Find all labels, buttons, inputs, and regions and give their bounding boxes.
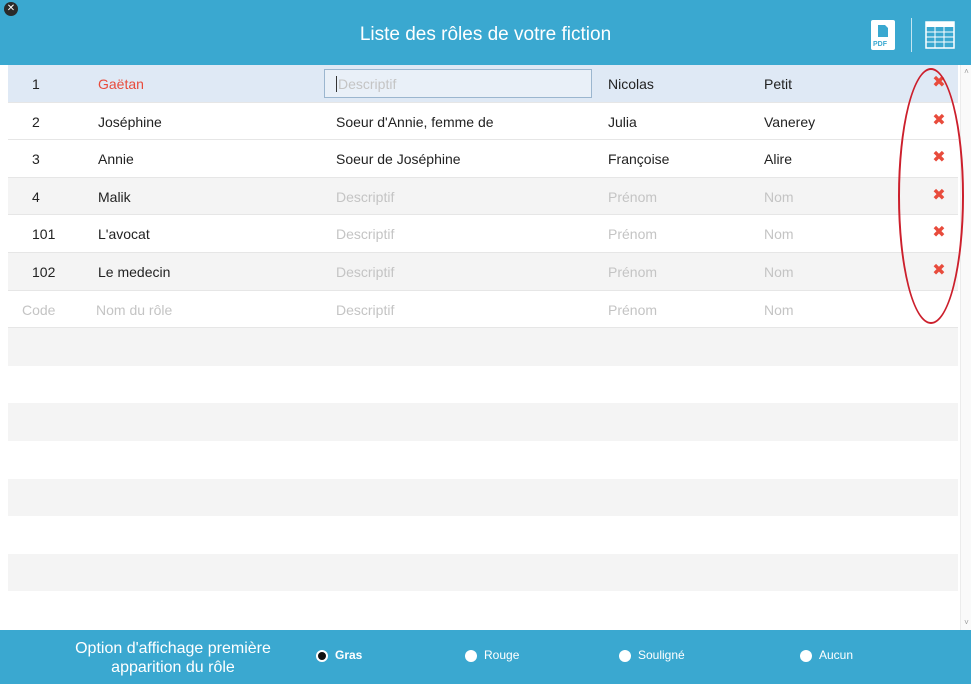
actor-first-name[interactable]: Françoise: [608, 151, 669, 167]
role-name[interactable]: Malik: [98, 189, 131, 205]
first-name-placeholder[interactable]: Prénom: [608, 264, 657, 280]
role-name[interactable]: Annie: [98, 151, 134, 167]
annotation-ellipse: [898, 68, 964, 324]
radio-checked-icon[interactable]: [316, 650, 328, 662]
radio-unchecked-icon[interactable]: [800, 650, 812, 662]
scroll-up-icon[interactable]: ˄: [962, 67, 971, 77]
description-input[interactable]: Descriptif: [324, 69, 592, 98]
radio-unchecked-icon[interactable]: [465, 650, 477, 662]
empty-row: [8, 328, 958, 366]
new-role-row[interactable]: Code Nom du rôle Descriptif Prénom Nom: [8, 291, 958, 329]
first-name-placeholder[interactable]: Prénom: [608, 189, 657, 205]
table-row[interactable]: 2 Joséphine Soeur d'Annie, femme de Juli…: [8, 103, 958, 141]
table-row[interactable]: 3 Annie Soeur de Joséphine Françoise Ali…: [8, 140, 958, 178]
radio-label: Aucun: [819, 648, 854, 662]
role-name[interactable]: Le medecin: [98, 264, 170, 280]
role-code[interactable]: 101: [32, 226, 55, 242]
footer-bar: Option d'affichage première apparition d…: [0, 630, 971, 684]
roles-table: 1 Gaëtan Descriptif Nicolas Petit ✖ 2 Jo…: [8, 65, 958, 629]
description-placeholder[interactable]: Descriptif: [336, 189, 394, 205]
scroll-down-icon[interactable]: ˅: [962, 618, 971, 628]
role-code[interactable]: 3: [32, 151, 40, 167]
empty-row: [8, 553, 958, 592]
close-icon[interactable]: ✕: [4, 2, 18, 16]
role-code[interactable]: 102: [32, 264, 55, 280]
table-view-icon[interactable]: [925, 21, 955, 49]
role-code[interactable]: 4: [32, 189, 40, 205]
actor-first-name[interactable]: Nicolas: [608, 76, 654, 92]
description-placeholder[interactable]: Descriptif: [336, 226, 394, 242]
page-title: Liste des rôles de votre fiction: [359, 24, 612, 45]
last-name-placeholder[interactable]: Nom: [764, 302, 794, 318]
empty-row: [8, 516, 958, 554]
empty-row: [8, 441, 958, 479]
description-placeholder[interactable]: Descriptif: [336, 302, 394, 318]
actor-last-name[interactable]: Vanerey: [764, 114, 815, 130]
header-divider: [911, 18, 912, 52]
role-name[interactable]: Joséphine: [98, 114, 162, 130]
last-name-placeholder[interactable]: Nom: [764, 189, 794, 205]
role-name-placeholder[interactable]: Nom du rôle: [96, 302, 172, 318]
empty-row: [8, 478, 958, 517]
radio-unchecked-icon[interactable]: [619, 650, 631, 662]
radio-label: Rouge: [484, 648, 520, 662]
last-name-placeholder[interactable]: Nom: [764, 226, 794, 242]
code-placeholder[interactable]: Code: [22, 302, 55, 318]
display-option-label-line1: Option d'affichage première: [75, 640, 271, 657]
role-code[interactable]: 1: [32, 76, 40, 92]
description-placeholder: Descriptif: [338, 76, 397, 92]
first-name-placeholder[interactable]: Prénom: [608, 226, 657, 242]
description-placeholder[interactable]: Descriptif: [336, 264, 394, 280]
display-option-label-line2: apparition du rôle: [111, 659, 235, 676]
table-row[interactable]: 101 L'avocat Descriptif Prénom Nom ✖: [8, 215, 958, 253]
radio-label: Souligné: [638, 648, 685, 662]
table-row[interactable]: 102 Le medecin Descriptif Prénom Nom ✖: [8, 252, 958, 291]
actor-first-name[interactable]: Julia: [608, 114, 637, 130]
role-description[interactable]: Soeur de Joséphine: [336, 151, 461, 167]
document-icon: [878, 25, 888, 37]
empty-row: [8, 403, 958, 441]
header-bar: ✕ Liste des rôles de votre fiction PDF: [0, 0, 971, 65]
table-row[interactable]: 1 Gaëtan Descriptif Nicolas Petit ✖: [8, 65, 958, 103]
role-description[interactable]: Soeur d'Annie, femme de: [336, 114, 494, 130]
last-name-placeholder[interactable]: Nom: [764, 264, 794, 280]
actor-last-name[interactable]: Petit: [764, 76, 792, 92]
role-name[interactable]: L'avocat: [98, 226, 150, 242]
role-code[interactable]: 2: [32, 114, 40, 130]
actor-last-name[interactable]: Alire: [764, 151, 792, 167]
pdf-label: PDF: [873, 41, 887, 48]
display-option-label: Option d'affichage première apparition d…: [48, 639, 298, 677]
table-row[interactable]: 4 Malik Descriptif Prénom Nom ✖: [8, 177, 958, 216]
first-name-placeholder[interactable]: Prénom: [608, 302, 657, 318]
text-caret: [336, 76, 337, 92]
empty-row: [8, 366, 958, 404]
pdf-export-button[interactable]: PDF: [871, 20, 895, 50]
radio-label: Gras: [335, 648, 363, 662]
role-name[interactable]: Gaëtan: [98, 76, 144, 92]
empty-row: [8, 591, 958, 629]
